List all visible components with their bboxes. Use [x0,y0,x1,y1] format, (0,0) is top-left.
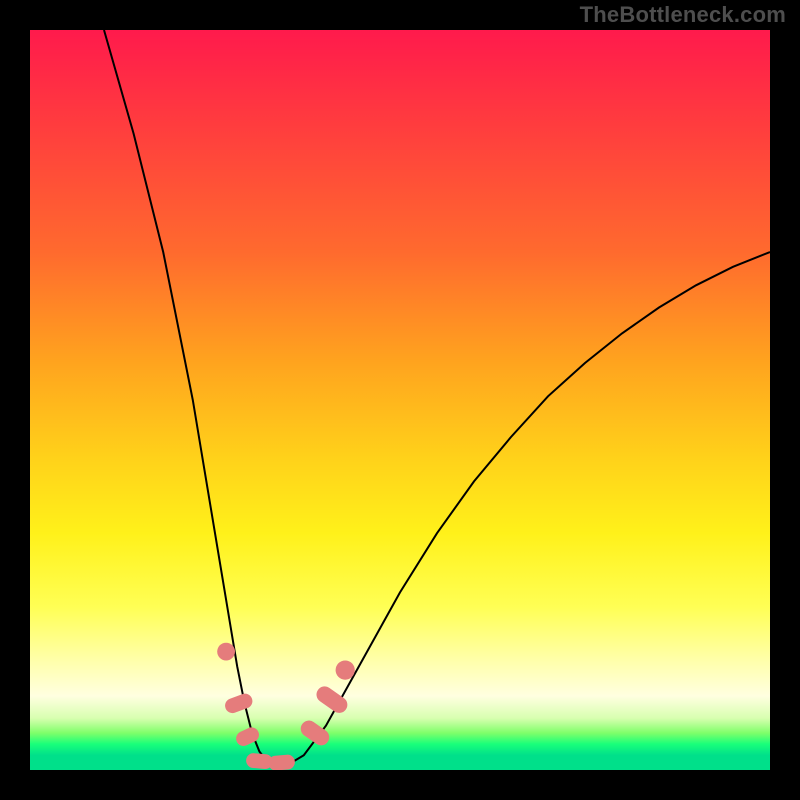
data-marker [313,683,350,716]
plot-area [30,30,770,770]
data-marker [223,692,254,716]
chart-frame: TheBottleneck.com [0,0,800,800]
curve-svg [30,30,770,770]
data-marker [268,754,296,770]
watermark-text: TheBottleneck.com [580,2,786,28]
data-marker [217,643,235,661]
data-marker [336,661,355,680]
bottleneck-curve [104,30,770,766]
markers-group [217,643,355,770]
